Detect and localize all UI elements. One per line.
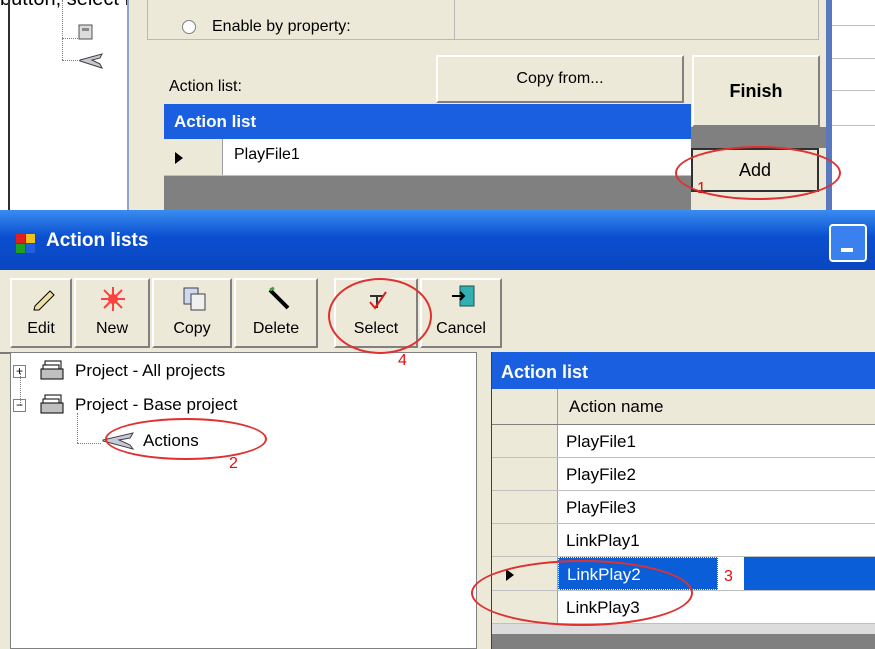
cancel-exit-icon — [452, 285, 475, 307]
copy-from-button[interactable]: Copy from... — [436, 55, 684, 103]
cancel-button[interactable]: Cancel — [420, 278, 502, 348]
new-button[interactable]: New — [74, 278, 150, 348]
background-grid-cell: PlayFile1 — [234, 146, 300, 163]
row-indicator — [492, 491, 558, 523]
grid-cell: PlayFile3 — [566, 498, 636, 517]
action-list-label: Action list: — [169, 78, 242, 95]
copy-button[interactable]: Copy — [152, 278, 232, 348]
window-title: Action lists — [46, 230, 149, 251]
delete-icon — [268, 286, 290, 310]
row-indicator — [492, 458, 558, 490]
tree-item-base-project[interactable]: − Project - Base project — [13, 393, 413, 421]
grid-cell: PlayFile1 — [566, 432, 636, 451]
book-icon — [76, 22, 96, 42]
app-icon — [16, 234, 36, 254]
annotation-ellipse-3 — [471, 560, 693, 626]
tree-item-all-projects[interactable]: + Project - All projects — [13, 359, 413, 387]
strip-line — [832, 125, 875, 126]
airplane-icon — [78, 48, 104, 72]
strip-line — [832, 58, 875, 59]
row-indicator-header — [492, 389, 558, 424]
toolbar-label: Copy — [173, 320, 211, 337]
background-grid-row[interactable]: PlayFile1 — [164, 139, 691, 176]
column-label: Action name — [569, 397, 664, 416]
toolbar-label: Edit — [27, 320, 55, 337]
annotation-number-1: 1 — [697, 180, 706, 197]
grid-header: Action list — [492, 352, 875, 389]
annotation-number-2: 2 — [229, 455, 238, 472]
left-edge-line — [8, 0, 10, 210]
toolbar: Edit New Copy Delete Select Cancel — [0, 270, 875, 354]
enable-by-property-radio[interactable] — [182, 20, 196, 34]
window-titlebar: Action lists — [0, 210, 875, 270]
delete-button[interactable]: Delete — [234, 278, 318, 348]
strip-line — [832, 25, 875, 26]
expand-icon[interactable]: + — [13, 365, 26, 378]
project-icon — [39, 359, 67, 383]
tree-panel: + Project - All projects − Project - Bas… — [10, 352, 477, 649]
enable-by-property-label: Enable by property: — [212, 18, 351, 35]
row-indicator — [492, 524, 558, 556]
radio-group-divider — [454, 0, 455, 40]
grid-row[interactable]: LinkPlay1 — [492, 524, 875, 557]
finish-button[interactable]: Finish — [692, 55, 820, 127]
pencil-icon — [33, 290, 55, 311]
tree-label: Project - Base project — [75, 395, 238, 414]
new-star-icon — [101, 287, 125, 311]
toolbar-label: Delete — [252, 320, 300, 337]
grid-column-header[interactable]: Action name — [492, 389, 875, 425]
minimize-button[interactable] — [829, 224, 867, 262]
collapse-icon[interactable]: − — [13, 399, 26, 412]
background-tree — [0, 0, 128, 210]
tree-connector — [62, 0, 64, 60]
grid-bottom-band — [492, 624, 875, 634]
toolbar-label: Cancel — [436, 320, 486, 337]
project-icon — [39, 393, 67, 417]
toolbar-label: New — [95, 320, 128, 337]
grid-row[interactable]: PlayFile3 — [492, 491, 875, 524]
tree-connector — [77, 443, 101, 444]
annotation-number-4: 4 — [398, 352, 407, 369]
grid-cell: PlayFile2 — [566, 465, 636, 484]
annotation-ellipse-4 — [328, 278, 432, 354]
row-indicator — [164, 139, 223, 175]
grid-cell: LinkPlay1 — [566, 531, 640, 550]
background-dark-area — [691, 127, 826, 148]
copy-icon — [183, 287, 206, 311]
grid-row[interactable]: PlayFile2 — [492, 458, 875, 491]
background-grid: Action list PlayFile1 — [164, 104, 691, 210]
row-indicator — [492, 425, 558, 457]
strip-line — [832, 90, 875, 91]
annotation-ellipse-2 — [105, 418, 267, 460]
annotation-number-3: 3 — [724, 568, 733, 585]
minimize-icon — [841, 248, 853, 252]
tree-label: Project - All projects — [75, 361, 226, 380]
grid-row[interactable]: PlayFile1 — [492, 425, 875, 458]
edit-button[interactable]: Edit — [10, 278, 72, 348]
background-grid-header: Action list — [164, 104, 691, 139]
